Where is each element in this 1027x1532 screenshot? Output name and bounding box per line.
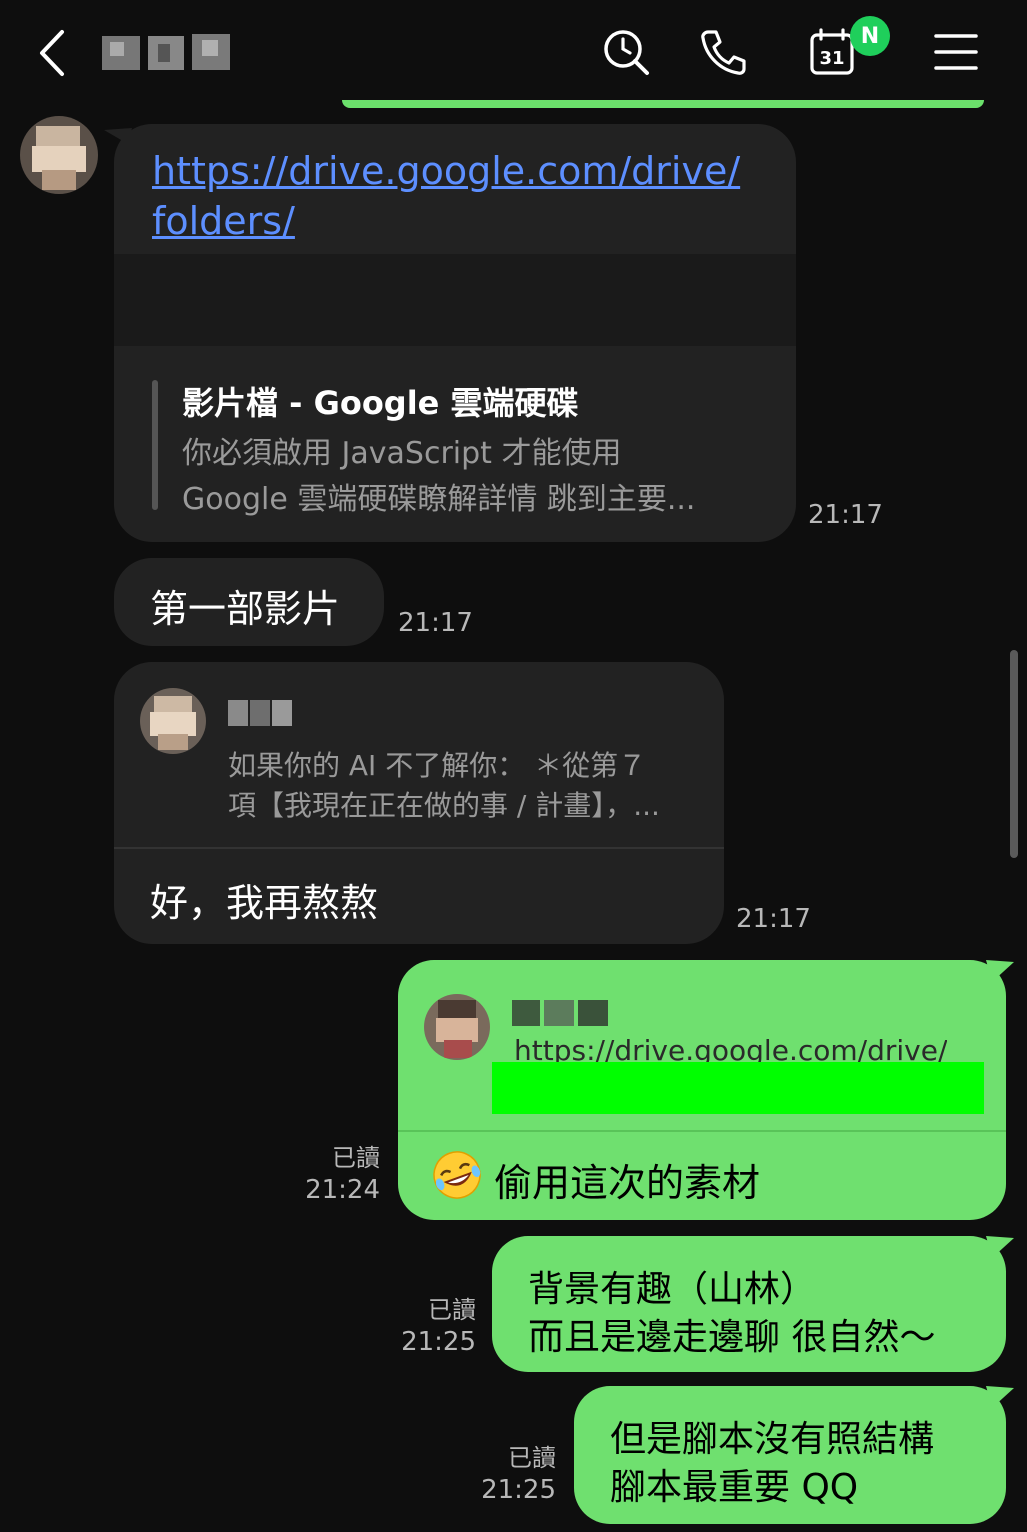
quoted-sender-redacted — [512, 996, 610, 1030]
calendar-day: 31 — [819, 48, 844, 69]
message-time: 21:25 — [481, 1475, 556, 1505]
previous-message-edge — [342, 100, 984, 108]
message-time: 21:17 — [736, 904, 811, 934]
bubble-tail — [986, 960, 1014, 982]
laughing-emoji-icon — [433, 1151, 481, 1199]
message-text: 第一部影片 — [150, 587, 341, 631]
message-text-line1: 背景有趣（山林） — [528, 1269, 817, 1310]
redaction-box — [492, 1062, 984, 1114]
read-receipt: 已讀 — [428, 1296, 476, 1324]
search-history-icon[interactable] — [600, 26, 652, 78]
quoted-sender-redacted — [228, 696, 294, 730]
message-text: 好，我再熬熬 — [150, 881, 379, 925]
chat-title-redacted — [102, 30, 230, 74]
quoted-avatar — [140, 688, 206, 754]
divider — [114, 847, 724, 849]
bubble-tail — [986, 1386, 1014, 1408]
preview-quote-bar — [152, 380, 158, 510]
phone-icon[interactable] — [698, 26, 750, 78]
link-overflow-area — [114, 254, 796, 346]
preview-title: 影片檔 - Google 雲端硬碟 — [182, 384, 579, 422]
scrollbar[interactable] — [1010, 650, 1018, 858]
bubble-tail — [104, 128, 132, 144]
message-text-line2: 腳本最重要 QQ — [610, 1467, 859, 1508]
message-text-line2: 而且是邊走邊聊 很自然～ — [528, 1317, 936, 1358]
quoted-text-line2: 項【我現在正在做的事 / 計畫】，... — [228, 789, 660, 822]
quoted-avatar — [424, 994, 490, 1060]
link-url-line1[interactable]: https://drive.google.com/drive/ — [152, 146, 740, 196]
message-time: 21:17 — [398, 608, 473, 638]
avatar[interactable] — [20, 116, 98, 194]
notification-badge: N — [850, 16, 890, 56]
bubble-tail — [986, 1236, 1014, 1258]
preview-description-line2: Google 雲端硬碟瞭解詳情 跳到主要... — [182, 482, 696, 517]
back-icon[interactable] — [34, 28, 74, 78]
preview-description-line1: 你必須啟用 JavaScript 才能使用 — [182, 436, 622, 471]
quoted-text-line1: 如果你的 AI 不了解你： ＊從第７ — [228, 749, 647, 782]
quoted-url: https://drive.google.com/drive/ — [514, 1034, 948, 1062]
message-time: 21:25 — [401, 1327, 476, 1357]
message-time: 21:17 — [808, 500, 883, 530]
message-time: 21:24 — [305, 1175, 380, 1205]
message-text-line1: 但是腳本沒有照結構 — [610, 1419, 935, 1460]
read-receipt: 已讀 — [508, 1444, 556, 1472]
menu-icon[interactable] — [930, 26, 982, 78]
message-text: 偷用這次的素材 — [494, 1161, 761, 1205]
link-url-line2[interactable]: folders/ — [152, 196, 295, 246]
read-receipt: 已讀 — [332, 1144, 380, 1172]
divider — [398, 1130, 1006, 1132]
